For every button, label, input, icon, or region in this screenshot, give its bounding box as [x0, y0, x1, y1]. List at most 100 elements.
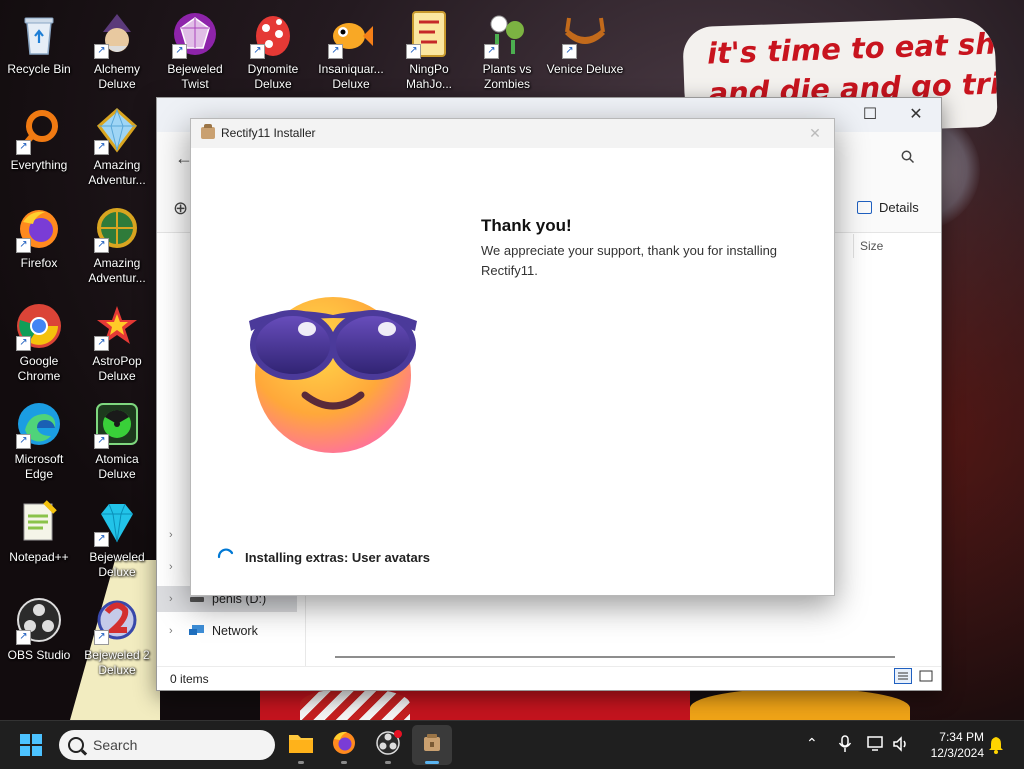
desktop-icon-label: Bejeweled 2 Deluxe [84, 648, 150, 677]
shortcut-arrow-icon: ↗ [94, 336, 109, 351]
wallpaper-pumpkin [690, 688, 910, 720]
shortcut-arrow-icon: ↗ [94, 140, 109, 155]
windows-logo-icon [20, 746, 30, 756]
taskbar-search[interactable]: Search [59, 730, 275, 760]
desktop-icon-label: AstroPop Deluxe [92, 354, 142, 383]
desktop-icon-recycle-bin[interactable]: Recycle Bin [0, 4, 78, 92]
desktop-icon-label: Recycle Bin [7, 62, 71, 76]
shortcut-arrow-icon: ↗ [172, 44, 187, 59]
shortcut-arrow-icon: ↗ [562, 44, 577, 59]
desktop-icon-label: Firefox [20, 256, 58, 270]
file-explorer-icon [289, 735, 313, 753]
desktop-icon-venice-deluxe[interactable]: ↗ Venice Deluxe [546, 4, 624, 92]
shortcut-arrow-icon: ↗ [94, 630, 109, 645]
clock-date: 12/3/2024 [930, 746, 984, 760]
desktop-icon-label: Notepad++ [9, 550, 69, 564]
installer-message: We appreciate your support, thank you fo… [481, 243, 778, 278]
desktop-icon-label: Bejeweled Deluxe [89, 550, 145, 579]
large-icons-view-icon[interactable] [917, 668, 935, 684]
desktop-icon-plants-vs-zombies[interactable]: ↗ Plants vs Zombies [468, 4, 546, 92]
desktop-icon-microsoft-edge[interactable]: ↗ Microsoft Edge [0, 394, 78, 482]
taskbar-app-obs-studio[interactable] [368, 725, 408, 765]
desktop-icon-label: Microsoft Edge [14, 452, 64, 481]
desktop-icon-everything[interactable]: ↗ Everything [0, 100, 78, 188]
installer-progress-text: Installing extras: User avatars [245, 550, 430, 565]
desktop-icon-label: Amazing Adventur... [88, 158, 146, 187]
desktop-icon-obs-studio[interactable]: ↗ OBS Studio [0, 590, 78, 678]
windows-logo-icon [20, 734, 30, 744]
chevron-up-icon[interactable]: ⌃ [806, 735, 818, 752]
desktop-icon-label: Bejeweled Twist [167, 62, 223, 91]
running-indicator [385, 761, 391, 764]
loading-spinner-icon [217, 548, 234, 559]
network-icon [189, 625, 204, 635]
chevron-right-icon[interactable]: › [169, 554, 173, 580]
firefox-icon [333, 731, 355, 754]
recycle-bin-icon [24, 17, 54, 55]
nav-item-network[interactable]: › Network [157, 618, 297, 644]
desktop-icon-atomica-deluxe[interactable]: ↗ Atomica Deluxe [78, 394, 156, 482]
desktop-icon-dynomite-deluxe[interactable]: ↗ Dynomite Deluxe [234, 4, 312, 92]
shortcut-arrow-icon: ↗ [484, 44, 499, 59]
shortcut-arrow-icon: ↗ [250, 44, 265, 59]
desktop-icon-notepad-plus-plus[interactable]: Notepad++ [0, 492, 78, 580]
close-icon[interactable]: ✕ [803, 122, 827, 144]
desktop-icon-bejeweled-2-deluxe[interactable]: ↗ Bejeweled 2 Deluxe [78, 590, 156, 678]
desktop-icon-label: Plants vs Zombies [482, 62, 532, 91]
notification-bell-icon[interactable] [988, 736, 1004, 754]
desktop-icon-label: Amazing Adventur... [88, 256, 146, 285]
shortcut-arrow-icon: ↗ [94, 434, 109, 449]
nav-item-label: Network [212, 624, 258, 638]
desktop-icon-alchemy-deluxe[interactable]: ↗ Alchemy Deluxe [78, 4, 156, 92]
taskbar-clock[interactable]: 7:34 PM 12/3/2024 [920, 729, 984, 761]
close-icon[interactable]: ✕ [893, 100, 939, 130]
rectify11-installer-dialog[interactable]: Rectify11 Installer ✕ Thank you! We appr… [190, 118, 835, 596]
maximize-icon[interactable]: ☐ [847, 100, 893, 130]
volume-icon[interactable] [892, 735, 910, 753]
windows-logo-icon [32, 746, 42, 756]
desktop-icon-ningpo-mahjong[interactable]: ↗ NingPo MahJo... [390, 4, 468, 92]
desktop-icon-firefox[interactable]: ↗ Firefox [0, 198, 78, 286]
desktop-icon-insaniquarium[interactable]: ↗ Insaniquar... Deluxe [312, 4, 390, 92]
clock-time: 7:34 PM [939, 730, 984, 744]
desktop-icon-amazing-adventures[interactable]: ↗ Amazing Adventur... [78, 100, 156, 188]
installer-title: Rectify11 Installer [221, 126, 316, 140]
desktop-icon-amazing-adventures-2[interactable]: ↗ Amazing Adventur... [78, 198, 156, 286]
taskbar-app-rectify11-installer[interactable] [412, 725, 452, 765]
taskbar-app-file-explorer[interactable] [281, 725, 321, 765]
desktop-icon-bejeweled-deluxe[interactable]: ↗ Bejeweled Deluxe [78, 492, 156, 580]
shortcut-arrow-icon: ↗ [406, 44, 421, 59]
wallpaper-flag-shape [300, 688, 410, 720]
installer-titlebar[interactable]: Rectify11 Installer ✕ [191, 119, 834, 148]
taskbar: Search ⌃ 7:34 PM 12/3/2024 [0, 720, 1024, 769]
desktop-icon-bejeweled-twist[interactable]: ↗ Bejeweled Twist [156, 4, 234, 92]
column-header-size[interactable]: Size [853, 234, 934, 258]
network-status-icon[interactable] [867, 735, 885, 753]
start-button[interactable] [20, 734, 42, 756]
obs-studio-icon [376, 730, 402, 755]
new-item-icon[interactable]: ⊕ [173, 198, 188, 219]
desktop-icon-label: OBS Studio [7, 648, 71, 662]
chevron-right-icon[interactable]: › [169, 522, 173, 548]
shortcut-arrow-icon: ↗ [94, 532, 109, 547]
desktop-icon-google-chrome[interactable]: ↗ Google Chrome [0, 296, 78, 384]
chevron-right-icon[interactable]: › [169, 586, 173, 612]
sunglasses-emoji-icon [249, 297, 417, 453]
taskbar-search-label: Search [93, 737, 138, 753]
windows-logo-icon [32, 734, 42, 744]
shortcut-arrow-icon: ↗ [94, 44, 109, 59]
shortcut-arrow-icon: ↗ [16, 630, 31, 645]
details-button[interactable]: Details [857, 200, 919, 215]
shortcut-arrow-icon: ↗ [94, 238, 109, 253]
column-header-label: Size [860, 239, 884, 253]
microphone-icon[interactable] [838, 735, 852, 753]
details-view-icon[interactable] [894, 668, 912, 684]
desktop-icon-astropop-deluxe[interactable]: ↗ AstroPop Deluxe [78, 296, 156, 384]
horizontal-scrollbar[interactable] [335, 656, 895, 658]
chevron-right-icon[interactable]: › [169, 618, 173, 644]
shortcut-arrow-icon: ↗ [16, 336, 31, 351]
running-indicator [341, 761, 347, 764]
taskbar-app-firefox[interactable] [324, 725, 364, 765]
search-icon[interactable] [901, 150, 915, 164]
desktop-icon-label: NingPo MahJo... [405, 62, 453, 91]
